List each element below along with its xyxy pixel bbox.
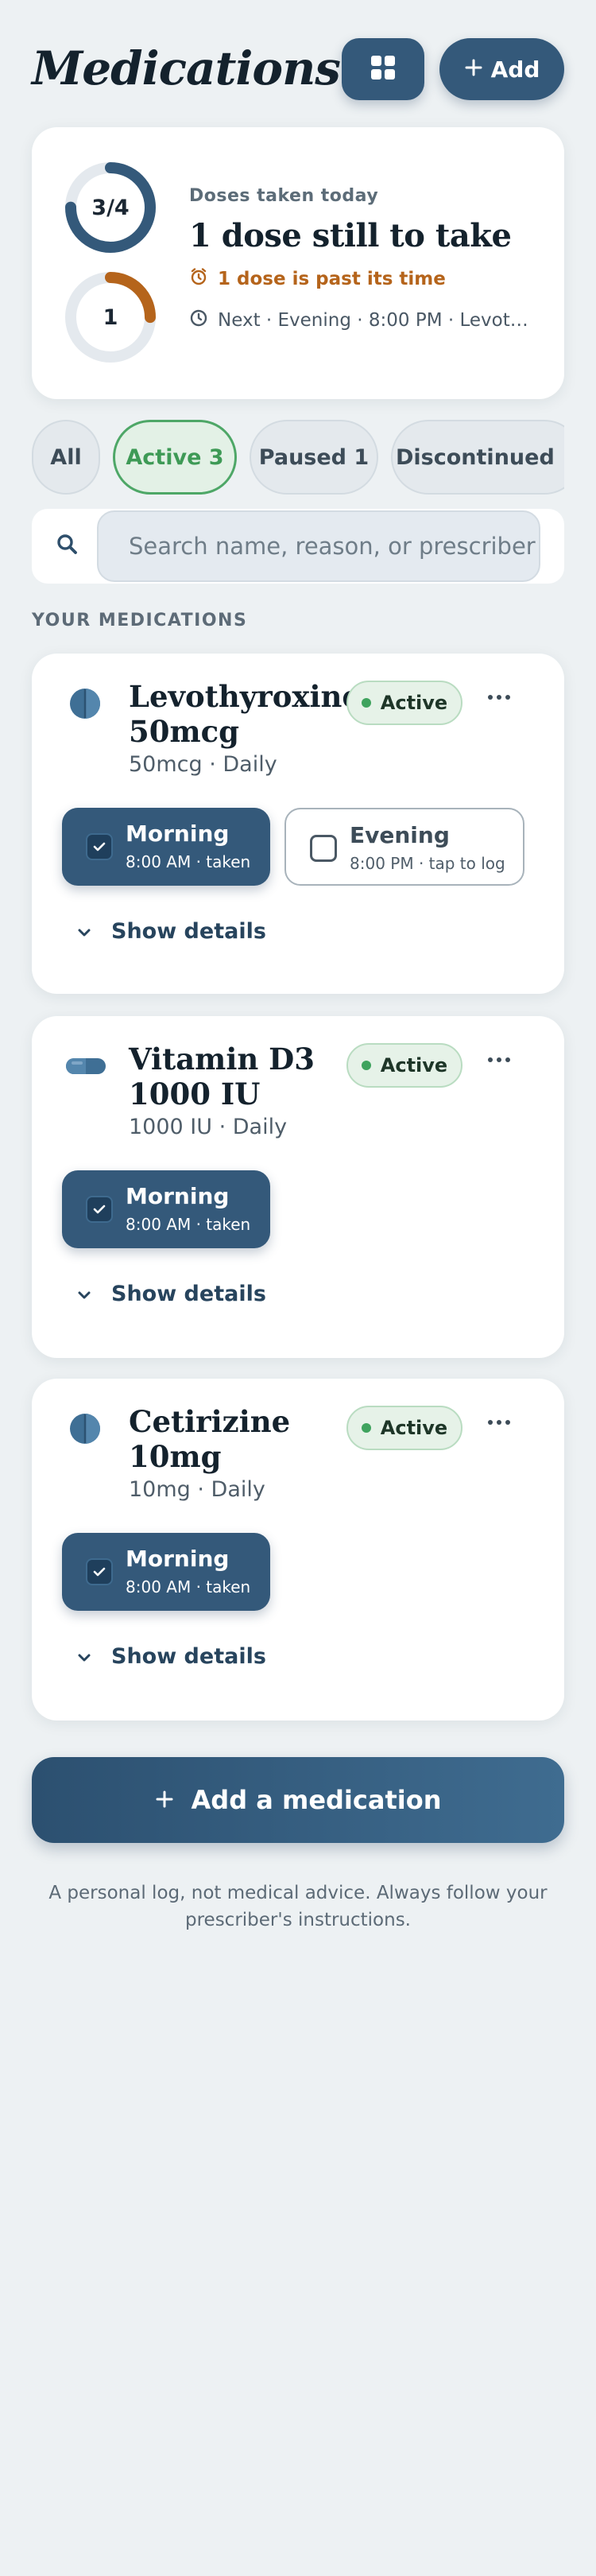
show-details-label: Show details [111,1644,266,1669]
overdue-warning-text: 1 dose is past its time [218,269,446,289]
plus-icon [464,56,483,83]
page-title: Medications [32,41,341,95]
doses-taken-ring: 3/4 [64,161,157,254]
doses-remaining-count: 1 [103,305,118,330]
add-button-label: Add [490,56,540,83]
chevron-down-icon [76,1644,92,1669]
tablet-icon [68,687,102,724]
show-details-label: Show details [111,919,266,944]
show-details-toggle[interactable]: Show details [76,1644,266,1669]
next-dose-text: Next · Evening · 8:00 PM · Levothyroxine [218,310,536,331]
dose-title: Evening [350,822,450,848]
filter-discontinued[interactable]: Discontinued 1 [391,420,564,495]
search-bar [32,509,564,584]
status-label: Active [380,1417,448,1439]
show-details-toggle[interactable]: Show details [76,1282,266,1306]
dose-meta: 8:00 AM · taken [126,1577,251,1596]
dose-title: Morning [126,821,230,847]
dose-evening-button[interactable]: Evening 8:00 PM · tap to log [284,808,524,886]
tablet-icon [68,1412,102,1449]
medication-name: Levothyroxine 50mcg [129,679,361,749]
chevron-down-icon [76,1282,92,1306]
capsule-icon [65,1057,106,1078]
doses-taken-count: 3/4 [91,195,130,220]
overdue-warning: 1 dose is past its time [189,267,547,291]
doses-summary-card: 3/4 1 Doses taken today 1 dose still to … [32,127,564,399]
chevron-down-icon [76,919,92,944]
medication-card-cetirizine: Cetirizine 10mg 10mg · Daily Active Morn… [32,1379,564,1721]
checkbox-checked-icon [86,833,113,860]
grid-view-button[interactable] [342,38,424,100]
status-dot [361,1061,371,1070]
app-header: Medications Add [32,37,564,105]
summary-eyebrow: Doses taken today [189,186,379,206]
status-badge: Active [346,1406,462,1450]
status-badge: Active [346,681,462,725]
filter-chips: All Active 3 Paused 1 Discontinued 1 [32,420,564,496]
show-details-toggle[interactable]: Show details [76,919,266,944]
dose-morning-button[interactable]: Morning 8:00 AM · taken [62,1533,270,1611]
more-options-button[interactable] [488,695,510,700]
status-label: Active [380,1054,448,1077]
search-icon [56,533,79,560]
clock-icon [189,308,208,332]
checkbox-checked-icon [86,1558,113,1585]
dose-title: Morning [126,1183,230,1209]
more-options-button[interactable] [488,1057,510,1062]
dose-morning-button[interactable]: Morning 8:00 AM · taken [62,808,270,886]
dose-meta: 8:00 PM · tap to log [350,854,505,873]
medication-card-vitamin-d3: Vitamin D3 1000 IU 1000 IU · Daily Activ… [32,1016,564,1358]
checkbox-checked-icon [86,1196,113,1223]
show-details-label: Show details [111,1282,266,1306]
add-medication-label: Add a medication [191,1785,442,1815]
section-label: YOUR MEDICATIONS [32,611,248,630]
medication-dosage: 10mg · Daily [129,1477,265,1502]
add-medication-button[interactable]: Add a medication [32,1757,564,1843]
dose-meta: 8:00 AM · taken [126,1215,251,1234]
filter-active[interactable]: Active 3 [113,420,237,495]
status-dot [361,1423,371,1433]
medication-card-levothyroxine: Levothyroxine 50mcg 50mcg · Daily Active… [32,654,564,994]
medication-dosage: 1000 IU · Daily [129,1115,288,1139]
plus-icon [155,1785,174,1815]
search-input[interactable] [97,510,540,582]
filter-paused[interactable]: Paused 1 [250,420,378,495]
more-options-button[interactable] [488,1420,510,1425]
doses-remaining-ring: 1 [64,270,157,364]
medication-dosage: 50mcg · Daily [129,752,277,777]
summary-headline: 1 dose still to take [189,217,512,254]
dose-morning-button[interactable]: Morning 8:00 AM · taken [62,1170,270,1248]
checkbox-empty-icon [310,835,337,862]
filter-all[interactable]: All [32,420,100,495]
grid-icon [370,54,397,84]
dose-meta: 8:00 AM · taken [126,852,251,871]
status-label: Active [380,692,448,714]
medication-name: Cetirizine 10mg [129,1404,291,1474]
alarm-clock-icon [189,267,208,291]
status-badge: Active [346,1043,462,1088]
status-dot [361,698,371,708]
medication-name: Vitamin D3 1000 IU [129,1042,315,1111]
disclaimer-text: A personal log, not medical advice. Alwa… [48,1883,548,1930]
dose-title: Morning [126,1546,230,1572]
add-button[interactable]: Add [439,38,564,100]
next-dose: Next · Evening · 8:00 PM · Levothyroxine [189,308,547,332]
